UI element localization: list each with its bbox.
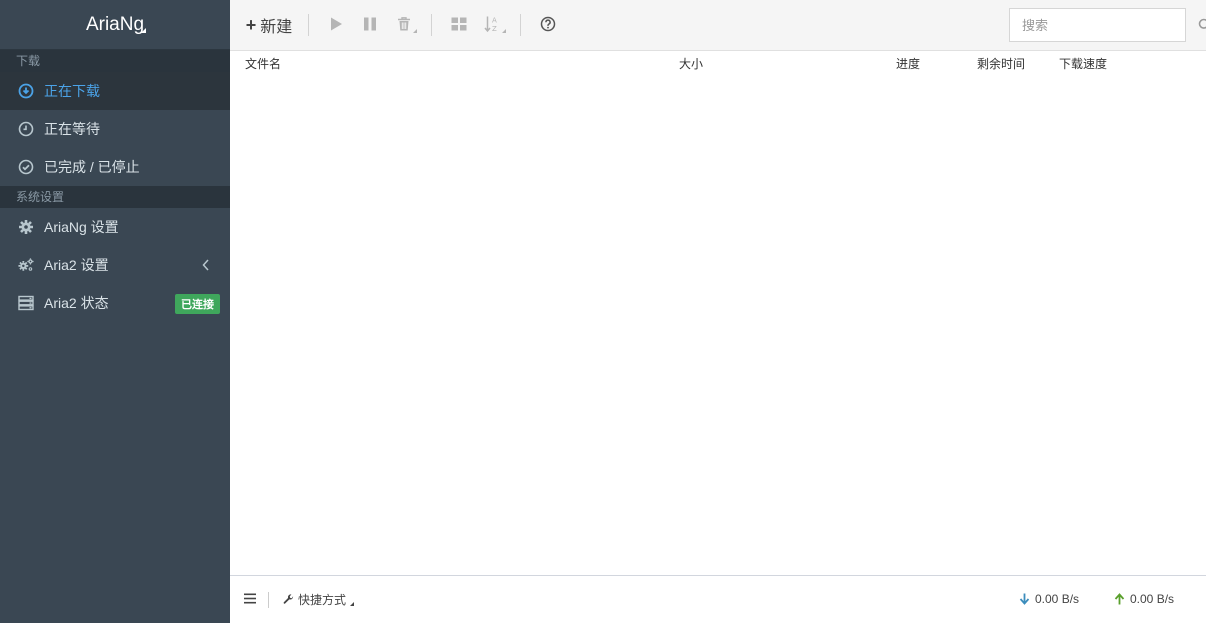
app-title: AriaNg — [85, 13, 145, 35]
footer-divider — [268, 591, 269, 608]
gear-icon — [18, 219, 34, 235]
upload-speed-value: 0.00 B/s — [1130, 592, 1175, 606]
sort-alpha-icon: AZ — [484, 15, 502, 36]
dropdown-caret-icon — [350, 602, 355, 606]
sidebar-item-label: 正在下载 — [44, 83, 100, 99]
plus-icon: + — [245, 14, 257, 35]
search-icon[interactable] — [1198, 18, 1206, 32]
sidebar-item-ariang-settings[interactable]: AriaNg 设置 — [0, 208, 230, 246]
pause-icon — [363, 17, 377, 34]
select-all-button[interactable] — [446, 0, 472, 50]
help-button[interactable] — [535, 0, 561, 50]
sidebar-item-label: Aria2 设置 — [44, 257, 109, 273]
download-circle-icon — [18, 83, 34, 99]
toolbar-divider — [520, 14, 521, 36]
wrench-icon — [283, 594, 294, 605]
download-speed-value: 0.00 B/s — [1035, 592, 1080, 606]
chevron-left-icon[interactable] — [202, 258, 210, 274]
server-icon — [18, 295, 34, 311]
shortcut-label: 快捷方式 — [298, 593, 347, 607]
sidebar-item-label: Aria2 状态 — [44, 295, 109, 311]
question-circle-icon — [540, 16, 556, 35]
dropdown-caret-icon — [413, 29, 417, 33]
brand-menu[interactable]: AriaNg — [0, 0, 230, 50]
pause-button[interactable] — [357, 0, 383, 50]
clock-icon — [18, 121, 34, 137]
dropdown-caret-icon — [502, 29, 506, 33]
toolbar-divider — [308, 14, 309, 36]
arrow-down-icon — [1019, 593, 1035, 605]
shortcut-menu[interactable]: 快捷方式 — [283, 591, 355, 608]
download-speed: 0.00 B/s — [1019, 592, 1079, 606]
check-circle-icon — [18, 159, 34, 175]
new-task-label: 新建 — [260, 19, 293, 36]
sort-button[interactable]: AZ — [480, 0, 506, 50]
section-header-settings: 系统设置 — [0, 186, 230, 208]
sidebar-item-waiting[interactable]: 正在等待 — [0, 110, 230, 148]
sidebar-item-label: 已完成 / 已停止 — [44, 159, 140, 175]
upload-speed: 0.00 B/s — [1114, 592, 1174, 606]
section-header-download: 下载 — [0, 50, 230, 72]
trash-icon — [397, 16, 411, 35]
sidebar-item-aria2-settings[interactable]: Aria2 设置 — [0, 246, 230, 284]
play-icon — [329, 16, 343, 35]
arrow-up-icon — [1114, 593, 1130, 605]
dropdown-caret-icon — [141, 28, 146, 33]
sidebar: AriaNg 下载 正在下载 正在等待 已完成 / 已停止 系统设置 AriaN… — [0, 0, 230, 623]
search-box — [1009, 8, 1206, 42]
sidebar-item-stopped[interactable]: 已完成 / 已停止 — [0, 148, 230, 186]
sidebar-item-downloading[interactable]: 正在下载 — [0, 72, 230, 110]
footer: 快捷方式 0.00 B/s 0.00 B/s — [230, 575, 1206, 623]
column-header-remaining-time[interactable]: 剩余时间 — [977, 55, 1025, 72]
toolbar: + 新建 AZ — [230, 0, 1206, 51]
grid-icon — [451, 17, 467, 34]
menu-icon[interactable] — [244, 593, 256, 607]
delete-button[interactable] — [391, 0, 417, 50]
svg-text:Z: Z — [492, 25, 497, 33]
status-badge: 已连接 — [175, 294, 220, 314]
new-task-button[interactable]: + 新建 — [244, 0, 294, 50]
sidebar-item-aria2-status[interactable]: Aria2 状态 已连接 — [0, 284, 230, 322]
task-table-header: 文件名 大小 进度 剩余时间 下载速度 — [230, 51, 1206, 73]
column-header-progress[interactable]: 进度 — [896, 55, 920, 72]
sidebar-item-label: AriaNg 设置 — [44, 219, 119, 235]
column-header-size[interactable]: 大小 — [679, 55, 703, 72]
column-header-download-speed[interactable]: 下载速度 — [1059, 55, 1107, 72]
svg-text:A: A — [492, 16, 497, 24]
column-header-filename[interactable]: 文件名 — [245, 55, 281, 72]
search-input[interactable] — [1010, 9, 1198, 41]
toolbar-divider — [431, 14, 432, 36]
sidebar-item-label: 正在等待 — [44, 121, 100, 137]
gears-icon — [18, 257, 34, 273]
start-button[interactable] — [323, 0, 349, 50]
